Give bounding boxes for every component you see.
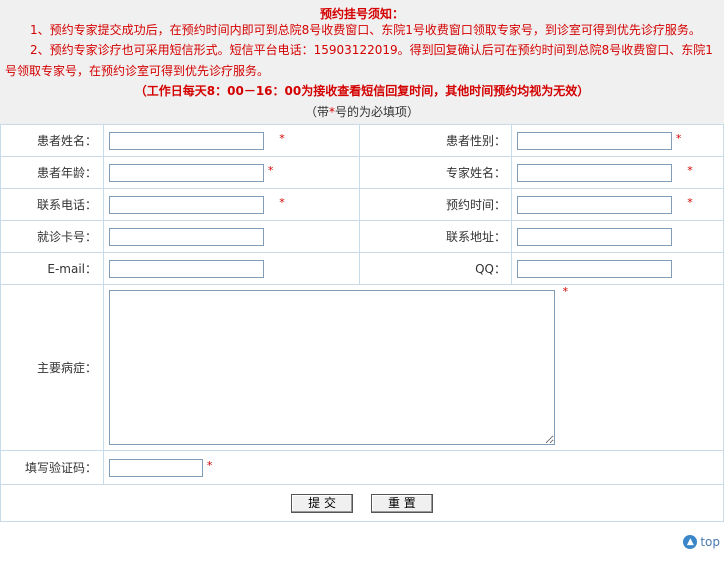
notice-panel: 预约挂号须知： 1、预约专家提交成功后，在预约时间内即可到总院8号收费窗口、东院… — [0, 0, 724, 124]
arrow-up-icon: ▲ — [683, 535, 698, 549]
form-row: 联系电话： * 预约时间： * — [0, 188, 724, 221]
patient-age-label: 患者年龄： — [0, 156, 104, 189]
required-star: * — [687, 195, 693, 209]
address-label: 联系地址： — [359, 220, 512, 253]
phone-input[interactable] — [109, 195, 264, 214]
expert-name-input[interactable] — [517, 163, 672, 182]
form-row: 填写验证码： * — [0, 450, 724, 485]
working-hours-notice: （工作日每天8：00－16：00为接收查看短信回复时间，其他时间预约均视为无效） — [134, 84, 590, 98]
symptoms-textarea[interactable] — [109, 290, 555, 445]
captcha-input[interactable] — [109, 458, 203, 477]
address-input[interactable] — [517, 227, 672, 246]
notice-item-1: 1、预约专家提交成功后，在预约时间内即可到总院8号收费窗口、东院1号收费窗口领取… — [30, 23, 701, 37]
form-row: 主要病症： * — [0, 284, 724, 451]
appointment-time-input[interactable] — [517, 195, 672, 214]
expert-name-label: 专家姓名： — [359, 156, 512, 189]
patient-age-input[interactable] — [109, 163, 264, 182]
form-row: 提 交 重 置 — [0, 484, 724, 522]
required-star: * — [687, 163, 693, 177]
appointment-time-label: 预约时间： — [359, 188, 512, 221]
form-row: 患者年龄： * 专家姓名： * — [0, 156, 724, 189]
required-star: * — [279, 131, 285, 145]
submit-button[interactable]: 提 交 — [291, 493, 354, 513]
card-number-input[interactable] — [109, 227, 264, 246]
form-row: 就诊卡号： 联系地址： — [0, 220, 724, 253]
patient-gender-input[interactable] — [517, 131, 672, 150]
qq-input[interactable] — [517, 259, 672, 278]
button-bar: 提 交 重 置 — [0, 484, 724, 522]
qq-label: QQ： — [359, 252, 512, 285]
card-number-label: 就诊卡号： — [0, 220, 104, 253]
required-star: * — [279, 195, 285, 209]
patient-gender-label: 患者性别： — [359, 124, 512, 157]
email-label: E-mail： — [0, 252, 104, 285]
required-star: * — [562, 285, 569, 298]
required-fields-hint: （带*号的为必填项） — [304, 105, 420, 119]
patient-name-label: 患者姓名： — [0, 124, 104, 157]
symptoms-label: 主要病症： — [0, 284, 104, 451]
form-row: 患者姓名： * 患者性别： * — [0, 124, 724, 157]
email-input[interactable] — [109, 259, 264, 278]
patient-name-input[interactable] — [109, 131, 264, 150]
phone-label: 联系电话： — [0, 188, 104, 221]
required-star: * — [206, 458, 213, 472]
required-star: * — [267, 163, 274, 177]
back-to-top-link[interactable]: ▲ top — [683, 535, 720, 549]
notice-item-2: 2、预约专家诊疗也可采用短信形式。短信平台电话：15903122019。得到回复… — [5, 43, 713, 78]
form-row: E-mail： QQ： — [0, 252, 724, 285]
captcha-label: 填写验证码： — [0, 450, 104, 485]
reset-button[interactable]: 重 置 — [370, 493, 433, 513]
top-label: top — [700, 535, 720, 549]
required-star: * — [675, 131, 682, 145]
appointment-form: 患者姓名： * 患者性别： * 患者年龄： * 专家姓名： * 联系电话： * … — [0, 124, 724, 522]
